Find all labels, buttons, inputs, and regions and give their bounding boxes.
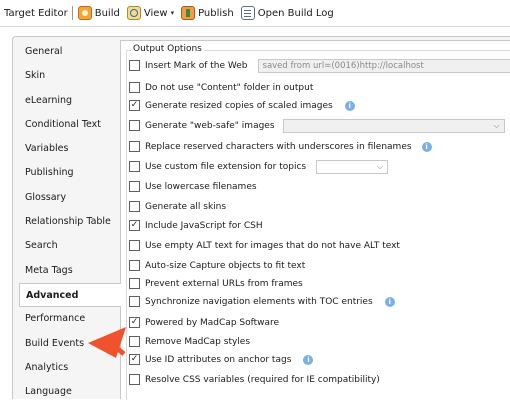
- callout-arrow-icon: [88, 327, 126, 358]
- nav-item-advanced[interactable]: Advanced: [19, 282, 121, 308]
